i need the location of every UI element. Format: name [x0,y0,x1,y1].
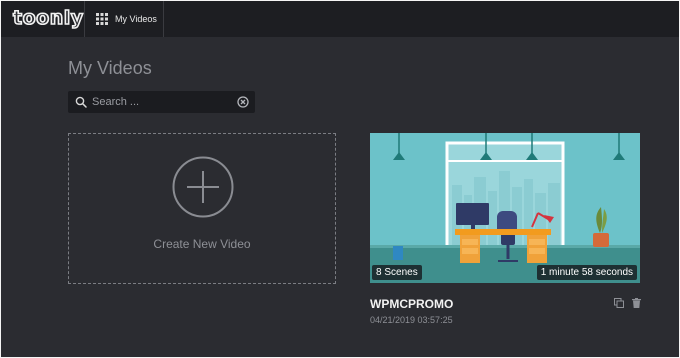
search-input[interactable] [92,93,232,111]
video-title[interactable]: WPMCPROMO [370,297,453,312]
create-new-video-card[interactable]: Create New Video [68,133,336,284]
search-box [68,91,255,113]
duration-badge: 1 minute 58 seconds [536,265,637,280]
page-title: My Videos [68,58,152,78]
grid-icon [96,13,108,25]
search-icon [75,96,87,108]
create-new-video-label: Create New Video [153,237,251,251]
clear-icon[interactable] [237,96,249,108]
toonly-logo[interactable]: toonly [12,6,84,30]
nav-divider [163,1,164,37]
scenes-count-badge: 8 Scenes [372,265,422,280]
video-card[interactable]: 8 Scenes 1 minute 58 seconds [370,133,640,283]
copy-icon[interactable] [614,298,624,308]
app-window: toonly My Videos My Videos Search ... Cr… [1,1,679,357]
top-navigation-bar: toonly My Videos [1,1,679,37]
trash-icon[interactable] [632,298,641,308]
nav-my-videos[interactable]: My Videos [85,1,163,37]
plus-circle-icon [172,156,234,218]
video-thumbnail [370,133,640,283]
video-date: 04/21/2019 03:57:25 [370,315,453,325]
nav-my-videos-label: My Videos [115,14,157,24]
